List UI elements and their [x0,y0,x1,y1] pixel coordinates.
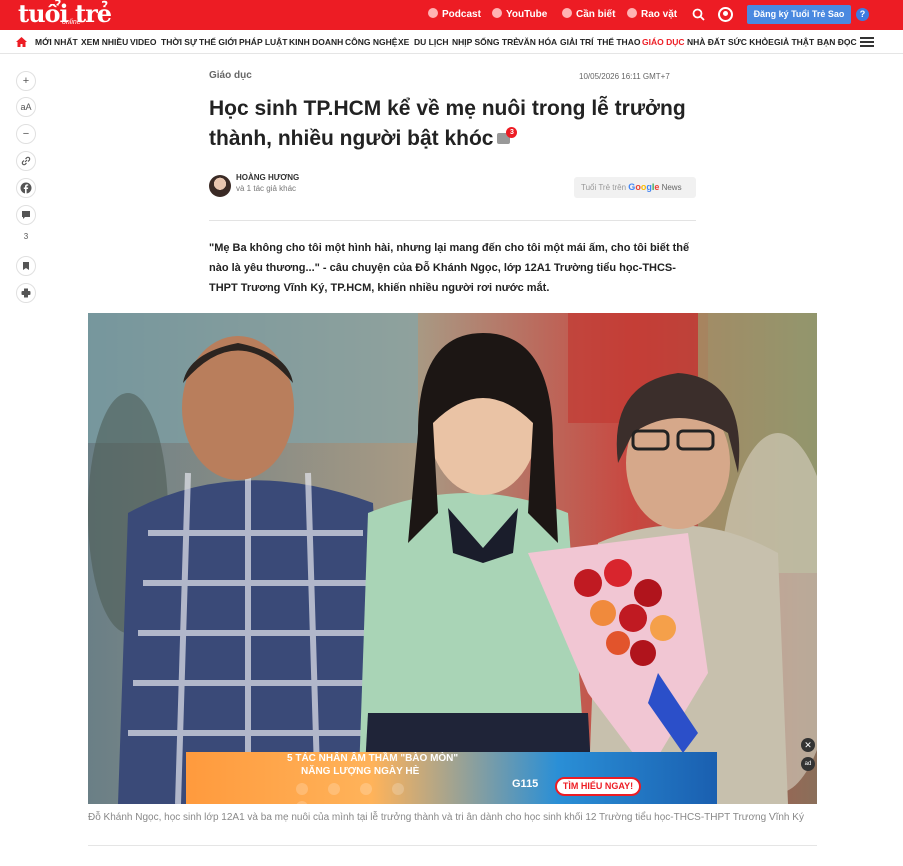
bookmark-icon [23,262,29,270]
ad-feature-icons [296,782,446,804]
comment-icon [22,211,30,219]
podcast-label: Podcast [442,9,481,20]
site-logo[interactable]: tuổi trẻ online [18,2,112,28]
font-size-button[interactable]: aA [16,97,36,117]
ad-info-icon[interactable]: ad [801,757,815,771]
google-news-button[interactable]: Tuổi Trẻ trên Google News [574,177,696,198]
bookmark-button[interactable] [16,256,36,276]
tag-icon [627,8,637,18]
nav-item[interactable]: THỂ THAO [597,37,640,48]
podcast-link[interactable]: Podcast [428,8,481,22]
help-icon[interactable]: ? [856,8,869,21]
link-icon [21,156,31,166]
author-avatar[interactable] [209,175,231,197]
print-button[interactable] [16,283,36,303]
nav-item[interactable]: GIẢI TRÍ [560,37,594,48]
ad-headline-1: 5 TÁC NHÂN ÂM THẦM "BÀO MÒN" [287,753,459,764]
article-title: Học sinh TP.HCM kể về mẹ nuôi trong lễ t… [209,94,689,154]
user-account-icon[interactable] [718,7,733,22]
ad-brand: G115 [512,778,539,790]
article-title-text: Học sinh TP.HCM kể về mẹ nuôi trong lễ t… [209,97,686,150]
search-icon[interactable] [692,8,705,21]
logo-subtext: online [62,19,81,26]
comments-button[interactable] [16,205,36,225]
youtube-icon [492,8,502,18]
comment-count: 3 [23,232,29,241]
zoom-in-button[interactable]: + [16,71,36,91]
photo-illustration [88,313,817,804]
comment-count-badge: 3 [506,127,518,138]
google-logo-icon: Google [628,182,660,192]
copy-link-button[interactable] [16,151,36,171]
ad-banner[interactable]: 5 TÁC NHÂN ÂM THẦM "BÀO MÒN" NĂNG LƯỢNG … [186,752,717,804]
nav-item[interactable]: XE [398,37,409,48]
publish-date: 10/05/2026 16:11 GMT+7 [579,72,670,81]
youtube-label: YouTube [506,9,548,20]
nav-item[interactable]: BẠN ĐỌC [817,37,857,48]
can-biet-label: Cần biết [576,9,616,20]
facebook-share-button[interactable] [16,178,36,198]
caption-divider [88,845,817,846]
nav-item[interactable]: MỚI NHẤT [35,37,78,48]
google-news-suffix: News [661,183,682,192]
category-nav: MỚI NHẤT XEM NHIỀU VIDEO THỜI SỰ THẾ GIỚI PHÁ… [0,30,903,54]
nav-item[interactable]: GIẢ THẬT [774,37,814,48]
nav-item[interactable]: KINH DOANH [289,37,343,48]
nav-item[interactable]: DU LỊCH [414,37,448,48]
article-photo[interactable] [88,313,817,804]
breadcrumb-category[interactable]: Giáo dục [209,70,252,81]
nav-item[interactable]: GIÁO DỤC [642,37,685,48]
nav-item[interactable]: NHỊP SỐNG TRẺ [452,37,519,48]
nav-item[interactable]: VĂN HÓA [518,37,557,48]
author-name[interactable]: HOÀNG HƯƠNG [236,173,299,182]
nav-item[interactable]: XEM NHIỀU [81,37,128,48]
podcast-icon [428,8,438,18]
zoom-out-button[interactable]: − [16,124,36,144]
nav-item[interactable]: NHÀ ĐẤT [687,37,725,48]
ad-headline-2: NĂNG LƯỢNG NGÀY HÈ [301,766,420,777]
nav-item[interactable]: SỨC KHỎE [728,37,774,48]
print-icon [21,288,31,298]
youtube-link[interactable]: YouTube [492,8,547,22]
article-sapo: "Mẹ Ba không cho tôi một hình hài, nhưng… [209,242,690,294]
can-biet-link[interactable]: Cần biết [562,8,615,22]
pin-icon [562,8,572,18]
facebook-icon [20,182,32,194]
top-bar: tuổi trẻ online Podcast YouTube Cần biết… [0,0,903,30]
ad-close-icon[interactable]: ✕ [801,738,815,752]
home-icon[interactable] [16,37,27,47]
nav-item[interactable]: THỜI SỰ [161,37,197,48]
nav-item[interactable]: THẾ GIỚI [199,37,237,48]
nav-item[interactable]: CÔNG NGHỆ [345,37,397,48]
ad-cta-button[interactable]: TÌM HIỂU NGAY! [555,777,641,796]
menu-icon[interactable] [860,37,874,47]
photo-caption: Đỗ Khánh Ngọc, học sinh lớp 12A1 và ba m… [88,812,804,823]
signup-button[interactable]: Đăng ký Tuổi Trẻ Sao [747,5,851,24]
nav-item[interactable]: VIDEO [130,37,156,48]
comment-count-icon[interactable]: 3 [497,127,518,144]
rao-vat-label: Rao vặt [641,9,678,20]
nav-item[interactable]: PHÁP LUẬT [239,37,288,48]
header-divider [209,220,696,221]
author-more[interactable]: và 1 tác giả khác [236,184,296,193]
rao-vat-link[interactable]: Rao vặt [627,8,677,22]
google-news-prefix: Tuổi Trẻ trên [581,183,627,192]
